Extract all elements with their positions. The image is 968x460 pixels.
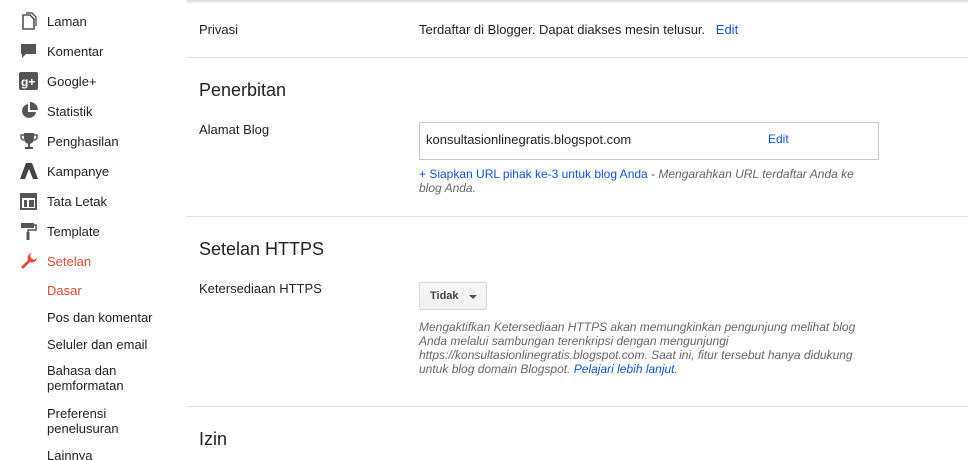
https-availability-label: Ketersediaan HTTPS (199, 281, 322, 296)
privacy-edit-link[interactable]: Edit (716, 22, 738, 37)
sidebar-item-penghasilan[interactable]: Penghasilan (0, 126, 186, 156)
sidebar-subitem-preferensi-penelusuran[interactable]: Preferensi penelusuran (47, 406, 137, 436)
sidebar-subitem-seluler-dan-email[interactable]: Seluler dan email (47, 337, 177, 352)
privacy-row: Terdaftar di Blogger. Dapat diakses mesi… (419, 22, 738, 37)
sidebar-item-label: Setelan (47, 253, 92, 269)
blog-address-label: Alamat Blog (199, 122, 270, 137)
pages-icon (19, 12, 38, 31)
blog-address-box: konsultasionlinegratis.blogspot.com Edit (419, 122, 879, 160)
sidebar-item-label: Penghasilan (47, 133, 119, 149)
google-plus-icon: g+ (19, 72, 38, 91)
third-party-url-hint: + Siapkan URL pihak ke-3 untuk blog Anda… (419, 167, 879, 195)
blog-address-value: konsultasionlinegratis.blogspot.com (426, 132, 632, 147)
sidebar: Laman Komentar g+ Google+ Statistik Peng… (0, 0, 186, 460)
sidebar-item-label: Tata Letak (47, 193, 107, 209)
https-availability-value: Tidak (430, 290, 459, 302)
sidebar-item-setelan[interactable]: Setelan (0, 246, 186, 276)
sidebar-item-label: Komentar (47, 43, 104, 59)
sidebar-item-komentar[interactable]: Komentar (0, 36, 186, 66)
sidebar-item-label: Kampanye (47, 163, 110, 179)
https-description: Mengaktifkan Ketersediaan HTTPS akan mem… (419, 320, 874, 376)
sidebar-item-statistik[interactable]: Statistik (0, 96, 186, 126)
section-title-penerbitan: Penerbitan (199, 80, 287, 100)
chevron-down-icon (469, 295, 477, 299)
blog-address-edit-link[interactable]: Edit (768, 132, 789, 146)
layout-icon (19, 192, 38, 211)
sidebar-subitem-bahasa-dan-pemformatan[interactable]: Bahasa dan pemformatan (47, 363, 147, 393)
privacy-value: Terdaftar di Blogger. Dapat diakses mesi… (419, 22, 706, 37)
paint-roller-icon (19, 222, 38, 241)
campaign-icon (19, 162, 38, 181)
third-party-url-link[interactable]: + Siapkan URL pihak ke-3 untuk blog Anda (419, 167, 648, 181)
learn-more-link[interactable]: Pelajari lebih lanjut (574, 362, 675, 376)
sidebar-item-template[interactable]: Template (0, 216, 186, 246)
sidebar-item-label: Google+ (47, 73, 97, 89)
divider (186, 216, 968, 217)
sidebar-item-label: Statistik (47, 103, 93, 119)
sidebar-item-label: Laman (47, 13, 87, 29)
sidebar-item-label: Template (47, 223, 100, 239)
section-title-https: Setelan HTTPS (199, 239, 325, 259)
sidebar-subitem-lainnya[interactable]: Lainnya (47, 448, 177, 460)
svg-text:g+: g+ (21, 75, 35, 89)
https-availability-dropdown[interactable]: Tidak (419, 282, 487, 310)
trophy-icon (19, 132, 38, 151)
comment-icon (19, 42, 38, 61)
divider (186, 406, 968, 407)
sidebar-subitem-dasar[interactable]: Dasar (47, 283, 177, 298)
sidebar-item-google-plus[interactable]: g+ Google+ (0, 66, 186, 96)
privacy-label: Privasi (199, 22, 239, 37)
wrench-icon (19, 252, 38, 271)
settings-main: Privasi Terdaftar di Blogger. Dapat diak… (186, 0, 968, 460)
sidebar-subitem-pos-dan-komentar[interactable]: Pos dan komentar (47, 310, 177, 325)
stats-icon (19, 102, 38, 121)
sidebar-item-laman[interactable]: Laman (0, 6, 186, 36)
sidebar-item-tata-letak[interactable]: Tata Letak (0, 186, 186, 216)
learn-more-suffix: . (674, 362, 678, 376)
section-title-izin: Izin (199, 429, 228, 449)
sidebar-item-kampanye[interactable]: Kampanye (0, 156, 186, 186)
divider (186, 57, 968, 58)
